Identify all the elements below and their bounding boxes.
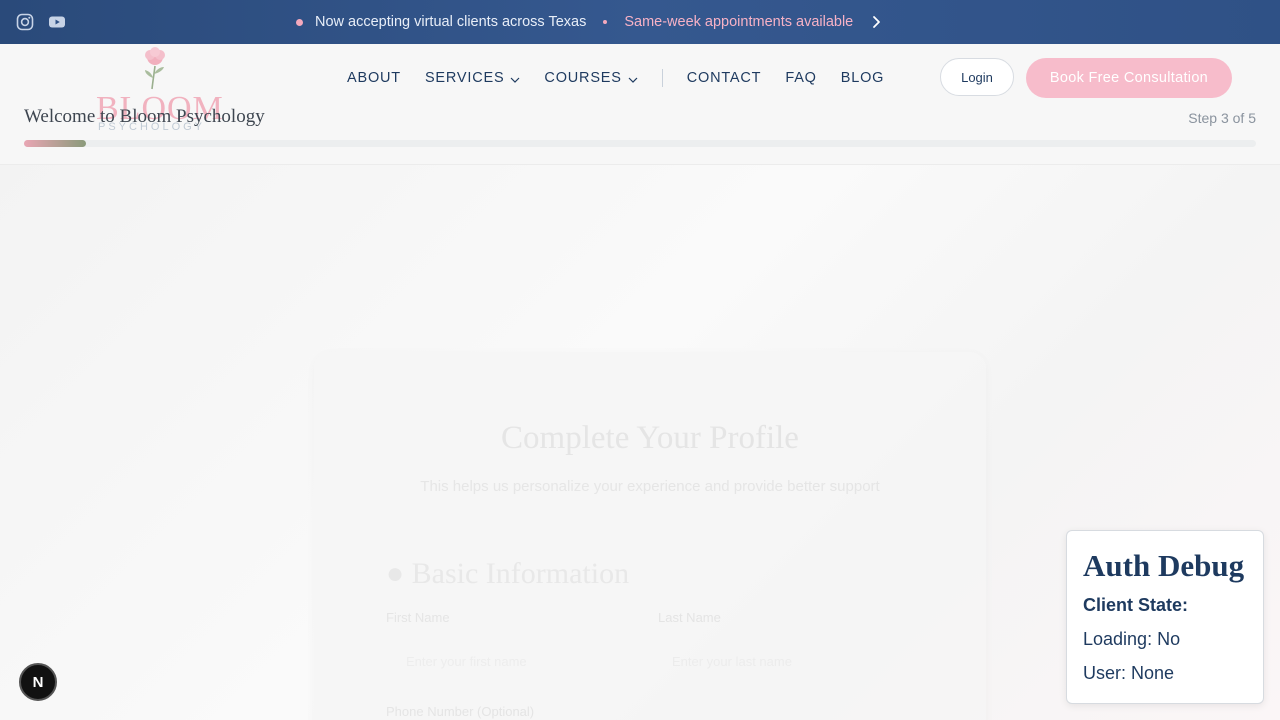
announcement-content[interactable]: Now accepting virtual clients across Tex… — [296, 0, 883, 44]
instagram-icon[interactable] — [16, 13, 34, 31]
chevron-down-icon — [628, 73, 638, 83]
chevron-down-icon — [510, 73, 520, 83]
last-name-label: Last Name — [658, 610, 721, 625]
nav-contact[interactable]: CONTACT — [687, 70, 762, 86]
progress-fill — [24, 140, 86, 147]
nav-faq[interactable]: FAQ — [785, 70, 816, 86]
chevron-right-icon[interactable] — [869, 15, 883, 29]
nav-services-label: SERVICES — [424, 70, 505, 86]
loading-status: Loading: No — [1083, 629, 1181, 649]
announcement-text: Now accepting virtual clients across Tex… — [315, 14, 587, 30]
profile-card: Complete Your Profile This helps us pers… — [314, 352, 986, 720]
nav-about[interactable]: ABOUT — [347, 70, 401, 86]
nav-blog[interactable]: BLOG — [841, 70, 885, 86]
profile-title: Complete Your Profile — [501, 420, 799, 456]
progress-bar — [24, 140, 1256, 147]
book-consultation-button[interactable]: Book Free Consultation — [1026, 58, 1232, 98]
last-name-input[interactable]: Enter your last name — [672, 654, 792, 669]
nav-divider — [661, 69, 663, 87]
auth-debug-panel: Auth Debug Client State: Loading: No Use… — [1066, 530, 1264, 704]
step-indicator: Step 3 of 5 — [1188, 110, 1256, 126]
first-name-input[interactable]: Enter your first name — [406, 654, 527, 669]
user-status: User: None — [1083, 663, 1175, 683]
announcement-bar: Now accepting virtual clients across Tex… — [0, 0, 1280, 44]
status-dot — [296, 18, 303, 26]
login-button[interactable]: Login — [940, 58, 1014, 96]
section-title: ● Basic Information — [386, 557, 629, 591]
main-nav: ABOUT SERVICES COURSES CONTACT FAQ BLOG — [347, 44, 908, 112]
client-state-label: Client State: — [1083, 595, 1189, 615]
nav-services[interactable]: SERVICES — [425, 70, 520, 86]
first-name-label: First Name — [386, 610, 450, 625]
separator-dot — [603, 20, 608, 24]
user-icon: ● — [386, 557, 412, 590]
welcome-heading: Welcome to Bloom Psychology — [24, 106, 265, 127]
announcement-highlight[interactable]: Same-week appointments available — [624, 14, 853, 30]
youtube-icon[interactable] — [48, 13, 66, 31]
social-links — [16, 13, 66, 31]
phone-label: Phone Number (Optional) — [386, 704, 535, 719]
nav-courses[interactable]: COURSES — [544, 70, 638, 86]
profile-subtitle: This helps us personalize your experienc… — [420, 478, 880, 495]
site-header: BLOOM PSYCHOLOGY ABOUT SERVICES COURSES … — [0, 44, 1280, 133]
debug-title: Auth Debug — [1083, 548, 1245, 583]
nav-courses-label: COURSES — [544, 70, 622, 86]
flower-icon — [140, 46, 170, 95]
nextjs-devtools-button[interactable]: N — [19, 663, 57, 701]
section-title-text: Basic Information — [411, 557, 630, 590]
